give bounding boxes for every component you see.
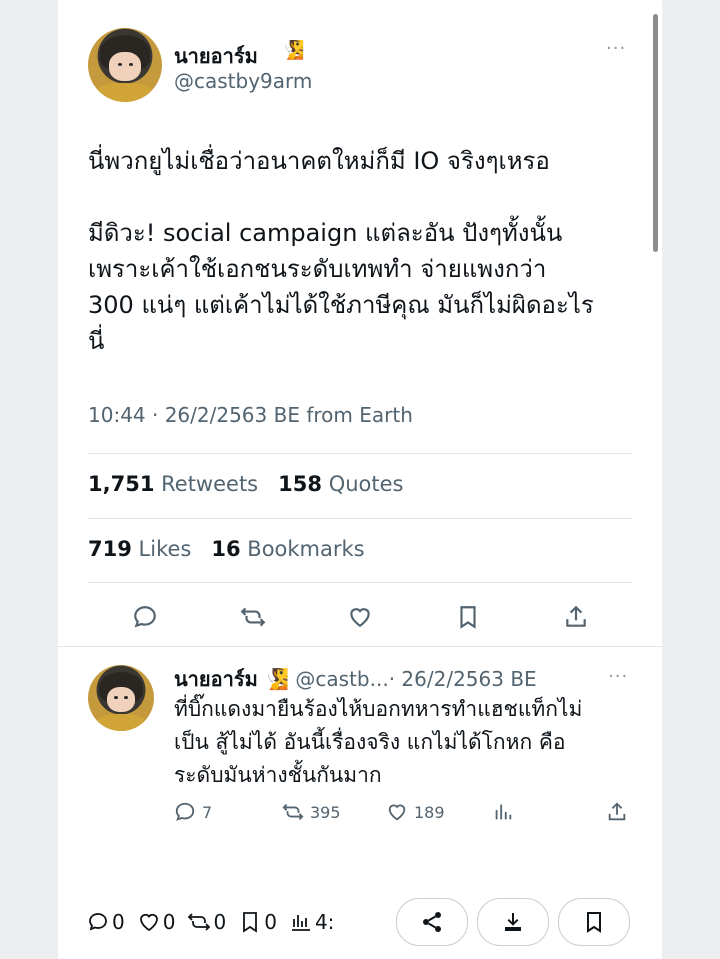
bookmark-icon[interactable] — [455, 604, 481, 630]
likes-label[interactable]: Likes — [139, 537, 192, 561]
author-name[interactable]: นายอาร์ม — [174, 40, 258, 72]
download-icon — [505, 913, 521, 931]
author-avatar[interactable] — [88, 28, 162, 102]
bottom-views-button[interactable]: 4: — [289, 910, 334, 934]
bottom-retweets-count: 0 — [213, 910, 227, 934]
bookmark-icon — [243, 912, 258, 933]
bottom-retweet-button[interactable]: 0 — [187, 910, 226, 934]
share-icon[interactable] — [563, 604, 589, 630]
reply-handle[interactable]: @castb... — [295, 667, 388, 691]
quotes-label[interactable]: Quotes — [329, 472, 404, 496]
views-icon — [291, 915, 310, 931]
like-bookmark-stats: 719 Likes 16 Bookmarks — [88, 537, 365, 561]
reply-header: นายอาร์ม 🧏 @castb...· 26/2/2563 BE — [174, 663, 642, 695]
reply-retweet-button[interactable]: 395 — [282, 800, 341, 824]
retweets-count[interactable]: 1,751 — [88, 472, 154, 496]
likes-count[interactable]: 719 — [88, 537, 132, 561]
reply-icon[interactable] — [132, 604, 158, 630]
like-icon[interactable] — [347, 604, 373, 630]
divider — [88, 518, 632, 519]
reply-like-button[interactable]: 189 — [386, 800, 445, 824]
bottom-action-bar: 0 0 0 0 4: — [86, 904, 346, 940]
bottom-comment-button[interactable]: 0 — [86, 910, 125, 934]
bookmark-icon — [587, 912, 601, 933]
reply-retweets-count: 395 — [310, 802, 341, 822]
share-pill-button[interactable] — [396, 898, 468, 946]
bottom-likes-count: 0 — [162, 910, 176, 934]
retweet-icon — [282, 804, 304, 820]
share-nodes-icon — [423, 912, 441, 932]
tweet-text: นี่พวกยูไม่เชื่อว่าอนาคตใหม่ก็มี IO จริง… — [88, 147, 594, 355]
like-icon — [388, 804, 406, 821]
reply-author-avatar[interactable] — [88, 665, 154, 731]
tweet-timestamp[interactable]: 10:44 · 26/2/2563 BE from Earth — [88, 403, 413, 427]
bottom-like-button[interactable]: 0 — [137, 910, 176, 934]
quotes-count[interactable]: 158 — [278, 472, 322, 496]
like-icon — [139, 913, 158, 932]
bookmarks-label[interactable]: Bookmarks — [247, 537, 364, 561]
comment-icon — [89, 913, 107, 931]
bottom-bookmark-button[interactable]: 0 — [238, 910, 277, 934]
divider — [88, 582, 632, 583]
bottom-comments-count: 0 — [112, 910, 125, 934]
reply-text: ที่บิ๊กแดงมายืนร้องไห้บอกทหารทำแฮชแท็กไม… — [174, 697, 583, 787]
reply-date[interactable]: · 26/2/2563 BE — [389, 667, 537, 691]
retweets-label[interactable]: Retweets — [161, 472, 258, 496]
more-icon[interactable]: ··· — [606, 38, 626, 59]
views-icon — [495, 804, 512, 820]
bottom-views-count: 4: — [314, 910, 335, 934]
retweet-icon — [188, 913, 211, 931]
bookmark-pill-button[interactable] — [558, 898, 630, 946]
reply-author-name[interactable]: นายอาร์ม — [174, 667, 258, 691]
download-pill-button[interactable] — [477, 898, 549, 946]
reply-more-icon[interactable]: ··· — [608, 666, 628, 687]
share-icon — [608, 802, 626, 821]
reply-views-button[interactable] — [492, 800, 520, 824]
author-handle[interactable]: @castby9arm — [174, 69, 312, 93]
reply-author-badge-emoji: 🧏 — [264, 667, 290, 691]
divider — [88, 453, 632, 454]
reply-likes-count: 189 — [414, 802, 445, 822]
reply-icon — [175, 802, 195, 821]
bookmarks-count[interactable]: 16 — [211, 537, 240, 561]
retweet-quote-stats: 1,751 Retweets 158 Quotes — [88, 472, 403, 496]
author-badge-emoji: 🧏 — [282, 40, 305, 61]
tweet-separator — [58, 646, 662, 647]
retweet-icon[interactable] — [240, 604, 266, 630]
scrollbar[interactable] — [653, 14, 658, 252]
bottom-bookmarks-count: 0 — [264, 910, 277, 934]
reply-share-button[interactable] — [606, 800, 634, 824]
reply-reply-button[interactable]: 7 — [174, 800, 212, 824]
reply-replies-count: 7 — [202, 802, 213, 822]
